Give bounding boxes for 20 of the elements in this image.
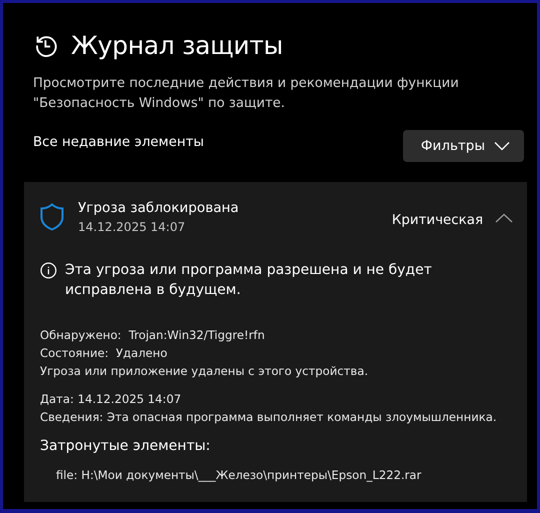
detail-line: Обнаружено: Trojan:Win32/Tiggre!rfn: [40, 327, 266, 344]
chevron-down-icon: [494, 141, 510, 151]
filters-button[interactable]: Фильтры: [402, 130, 524, 162]
event-date: 14.12.2025 14:07: [78, 220, 186, 234]
page-title: Журнал защиты: [71, 31, 283, 60]
notice-text: Эта угроза или программа разрешена и не будет исправлена в будущем.: [65, 261, 433, 300]
event-title: Угроза заблокирована: [78, 200, 240, 216]
detail-line: Сведения: Эта опасная программа выполняет команды злоумышленника.: [40, 409, 498, 426]
page-description: Просмотрите последние действия и рекомендации функции "Безопасность Windows" по защите.: [33, 75, 460, 113]
detail-line: Состояние: Удалено: [40, 345, 168, 362]
detail-line: Дата: 14.12.2025 14:07: [40, 391, 182, 408]
section-label: Все недавние элементы: [33, 134, 204, 150]
shield-icon: [40, 203, 64, 231]
chevron-up-icon[interactable]: [495, 212, 513, 222]
threat-card[interactable]: [24, 182, 527, 502]
affected-heading: Затронутые элементы:: [40, 438, 212, 454]
severity-label: Критическая: [392, 212, 483, 228]
info-icon: [40, 262, 57, 279]
status-note: Угроза или приложение удалены с этого устройства.: [40, 363, 370, 380]
affected-file: file: H:\Мои документы\___Железо\принтеры\Epson_L222.rar: [56, 468, 422, 482]
